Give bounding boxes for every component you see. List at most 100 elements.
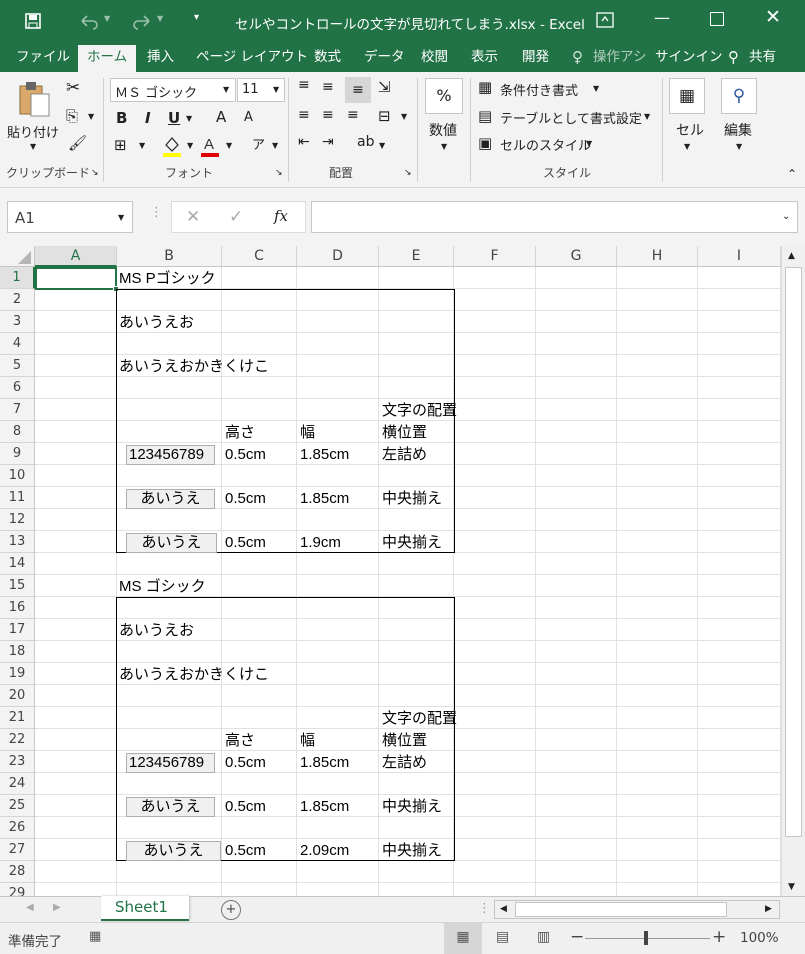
save-icon[interactable] <box>24 12 42 30</box>
column-header-d[interactable]: D <box>297 246 379 267</box>
tab-file[interactable]: ファイル <box>7 45 79 72</box>
close-icon[interactable]: ✕ <box>765 8 781 27</box>
cell-style-button[interactable]: セルのスタイル <box>500 135 591 154</box>
tab-page-layout[interactable]: ページ レイアウト <box>187 45 317 72</box>
page-break-view-icon[interactable]: ▥ <box>537 929 550 945</box>
row-header-24[interactable]: 24 <box>0 773 35 795</box>
merge-center-icon[interactable]: ⊟ <box>378 107 391 125</box>
column-header-g[interactable]: G <box>536 246 617 267</box>
page-layout-view-icon[interactable]: ▤ <box>496 929 509 945</box>
sign-in-link[interactable]: サインイン <box>646 45 732 72</box>
font-color-icon[interactable]: A <box>200 134 220 158</box>
row-header-28[interactable]: 28 <box>0 861 35 883</box>
phonetic-dropdown-icon[interactable]: ▼ <box>272 141 278 150</box>
macro-record-icon[interactable]: ▦ <box>89 929 101 944</box>
row-header-26[interactable]: 26 <box>0 817 35 839</box>
grow-font-button[interactable]: A <box>216 108 226 126</box>
scroll-left-icon[interactable]: ◀ <box>500 904 507 914</box>
form-button-row27[interactable]: あいうえ <box>126 841 221 861</box>
row-header-12[interactable]: 12 <box>0 509 35 531</box>
search-icon[interactable]: ⚲ <box>721 78 757 114</box>
vertical-scrollbar[interactable]: ▲ ▼ <box>781 246 805 896</box>
clipboard-launcher-icon[interactable]: ↘ <box>91 168 99 178</box>
add-sheet-icon[interactable]: + <box>221 900 241 920</box>
edit-button[interactable]: 編集 <box>724 120 752 140</box>
row-header-15[interactable]: 15 <box>0 575 35 597</box>
row-header-29[interactable]: 29 <box>0 883 35 896</box>
row-header-11[interactable]: 11 <box>0 487 35 509</box>
number-dropdown-icon[interactable]: ▼ <box>441 142 447 151</box>
cancel-entry-icon[interactable]: ✕ <box>186 207 200 227</box>
column-header-b[interactable]: B <box>117 246 222 267</box>
conditional-format-button[interactable]: 条件付き書式 <box>500 80 578 99</box>
row-header-13[interactable]: 13 <box>0 531 35 553</box>
italic-button[interactable]: I <box>145 109 151 127</box>
minimize-icon[interactable]: — <box>654 10 670 26</box>
formula-input[interactable]: ⌄ <box>311 201 798 233</box>
phonetic-icon[interactable]: ア <box>252 134 265 153</box>
table-format-button[interactable]: テーブルとして書式設定 <box>500 108 642 127</box>
tell-me-search[interactable]: 操作アシ <box>584 45 655 72</box>
row-header-1[interactable]: 1 <box>0 267 35 289</box>
tab-data[interactable]: データ <box>355 45 414 72</box>
row-header-2[interactable]: 2 <box>0 289 35 311</box>
row-header-5[interactable]: 5 <box>0 355 35 377</box>
percent-icon[interactable]: % <box>425 78 463 114</box>
zoom-slider[interactable] <box>585 931 710 945</box>
tab-insert[interactable]: 挿入 <box>138 45 183 72</box>
align-center-icon[interactable]: ≡ <box>322 107 334 123</box>
normal-view-icon[interactable]: ▦ <box>444 923 482 954</box>
align-top-icon[interactable]: ≡ <box>298 77 310 93</box>
row-header-21[interactable]: 21 <box>0 707 35 729</box>
tab-home[interactable]: ホーム <box>78 45 137 72</box>
ribbon-display-options-icon[interactable] <box>596 12 614 28</box>
name-box[interactable]: A1 ▼ <box>7 201 133 233</box>
row-header-8[interactable]: 8 <box>0 421 35 443</box>
tab-review[interactable]: 校閲 <box>412 45 457 72</box>
column-header-f[interactable]: F <box>454 246 536 267</box>
decrease-indent-icon[interactable]: ⇤ <box>298 134 310 150</box>
align-left-icon[interactable]: ≡ <box>298 107 310 123</box>
row-header-23[interactable]: 23 <box>0 751 35 773</box>
paste-dropdown-icon[interactable]: ▼ <box>30 142 36 151</box>
next-sheet-icon[interactable]: ▶ <box>53 902 61 913</box>
alignment-launcher-icon[interactable]: ↘ <box>404 168 412 178</box>
wrap-text-icon[interactable]: ⇲ <box>378 78 391 96</box>
copy-dropdown-icon[interactable]: ▼ <box>88 112 94 121</box>
undo-icon[interactable] <box>78 12 100 30</box>
row-header-20[interactable]: 20 <box>0 685 35 707</box>
expand-formula-bar-icon[interactable]: ⌄ <box>782 211 790 222</box>
form-button-row13[interactable]: あいうえ <box>126 533 217 553</box>
border-icon[interactable]: ⊞ <box>114 136 127 154</box>
row-header-18[interactable]: 18 <box>0 641 35 663</box>
maximize-icon[interactable] <box>710 12 724 26</box>
scroll-down-icon[interactable]: ▼ <box>788 882 795 892</box>
row-header-22[interactable]: 22 <box>0 729 35 751</box>
form-button-row25[interactable]: あいうえ <box>126 797 215 817</box>
row-header-27[interactable]: 27 <box>0 839 35 861</box>
worksheet-grid[interactable]: ABCDEFGHI 1 2 3 4 5 6 7 8 9 10 11 12 13 14 15 16 17 18 19 2… <box>0 246 805 896</box>
orientation-icon[interactable]: ab <box>357 134 374 150</box>
scroll-right-icon[interactable]: ▶ <box>765 904 772 914</box>
row-header-9[interactable]: 9 <box>0 443 35 465</box>
redo-icon[interactable] <box>131 12 153 30</box>
row-header-17[interactable]: 17 <box>0 619 35 641</box>
column-header-i[interactable]: I <box>698 246 781 267</box>
sheet-tab[interactable]: Sheet1 <box>101 896 189 921</box>
tab-formulas[interactable]: 数式 <box>305 45 350 72</box>
zoom-level[interactable]: 100% <box>740 930 779 946</box>
tab-developer[interactable]: 開発 <box>513 45 558 72</box>
column-header-h[interactable]: H <box>617 246 698 267</box>
fill-color-dropdown-icon[interactable]: ▼ <box>187 141 193 150</box>
align-middle-icon[interactable]: ≡ <box>322 79 334 95</box>
cut-icon[interactable]: ✂ <box>66 78 80 98</box>
zoom-in-icon[interactable]: + <box>712 927 726 947</box>
column-header-c[interactable]: C <box>222 246 297 267</box>
font-size-select[interactable]: 11 ▼ <box>237 78 285 102</box>
form-button-row23[interactable]: 123456789 <box>126 753 215 773</box>
row-header-16[interactable]: 16 <box>0 597 35 619</box>
underline-dropdown-icon[interactable]: ▼ <box>186 114 192 123</box>
customize-qat-icon[interactable]: ▾ <box>194 13 199 23</box>
paste-button[interactable]: 貼り付け <box>7 122 59 141</box>
orientation-dropdown-icon[interactable]: ▼ <box>379 141 385 150</box>
